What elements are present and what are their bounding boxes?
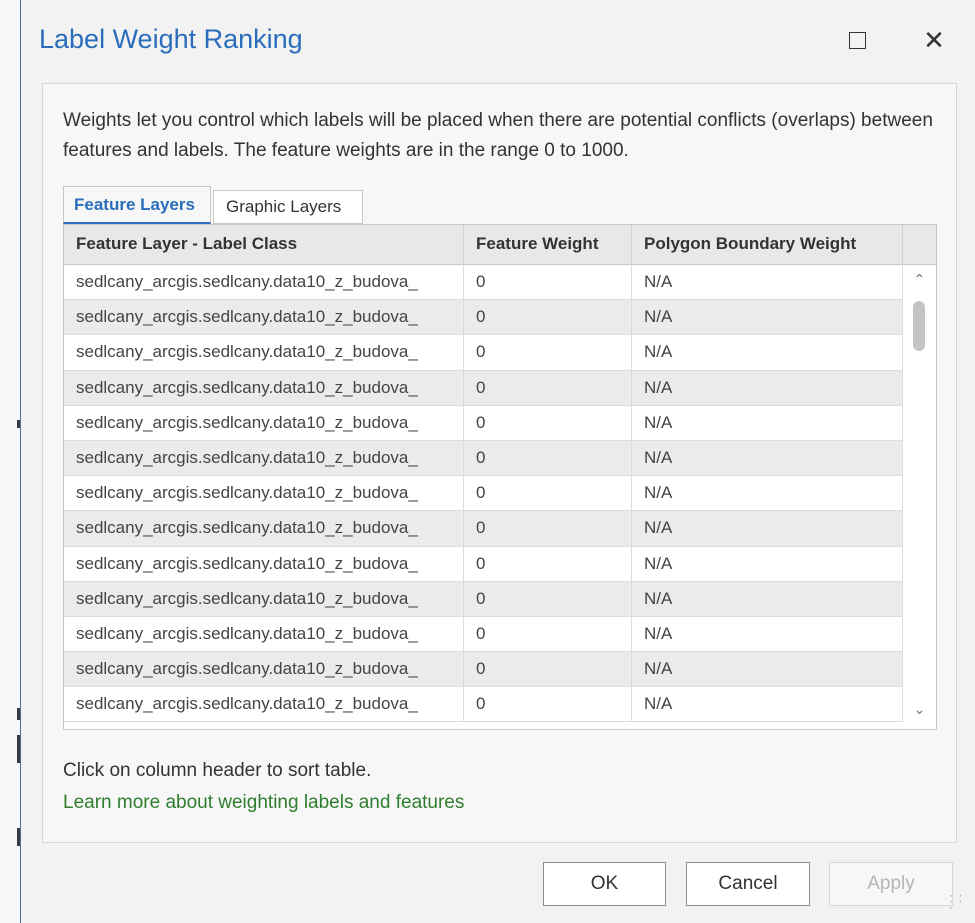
background-window-edge — [0, 0, 20, 923]
feature-weight-cell[interactable]: 0 — [464, 440, 632, 476]
polygon-weight-cell: N/A — [632, 370, 903, 406]
polygon-weight-cell: N/A — [632, 511, 903, 547]
description-text: Weights let you control which labels wil… — [63, 110, 933, 161]
label-weight-ranking-dialog: Label Weight Ranking ✕ Weights let you c… — [20, 0, 975, 923]
polygon-weight-cell: N/A — [632, 300, 903, 336]
table-row[interactable]: sedlcany_arcgis.sedlcany.data10_z_budova… — [64, 300, 903, 336]
table-row[interactable]: sedlcany_arcgis.sedlcany.data10_z_budova… — [64, 581, 903, 617]
dialog-content: Weights let you control which labels wil… — [42, 83, 957, 843]
label-class-cell: sedlcany_arcgis.sedlcany.data10_z_budova… — [64, 265, 464, 300]
label-class-cell: sedlcany_arcgis.sedlcany.data10_z_budova… — [64, 440, 464, 476]
table-row[interactable]: sedlcany_arcgis.sedlcany.data10_z_budova… — [64, 616, 903, 653]
polygon-weight-cell: N/A — [632, 581, 903, 617]
polygon-weight-cell: N/A — [632, 687, 903, 723]
chevron-down-icon[interactable]: ⌄ — [903, 701, 936, 723]
feature-weight-cell[interactable]: 0 — [464, 581, 632, 617]
table-row[interactable]: sedlcany_arcgis.sedlcany.data10_z_budova… — [64, 511, 903, 547]
apply-button[interactable]: Apply — [829, 862, 953, 906]
table-row[interactable]: sedlcany_arcgis.sedlcany.data10_z_budova… — [64, 265, 903, 301]
feature-weight-cell[interactable]: 0 — [464, 370, 632, 406]
label-class-cell: sedlcany_arcgis.sedlcany.data10_z_budova… — [64, 405, 464, 441]
table-row[interactable]: sedlcany_arcgis.sedlcany.data10_z_budova… — [64, 652, 903, 688]
feature-weight-cell[interactable]: 0 — [464, 335, 632, 371]
polygon-weight-cell: N/A — [632, 405, 903, 441]
learn-more-link[interactable]: Learn more about weighting labels and fe… — [63, 792, 464, 814]
feature-weight-cell[interactable]: 0 — [464, 652, 632, 688]
table-scrollbar[interactable]: ⌃ ⌄ — [903, 265, 936, 729]
label-class-cell: sedlcany_arcgis.sedlcany.data10_z_budova… — [64, 370, 464, 406]
close-icon: ✕ — [923, 24, 945, 55]
sort-hint-text: Click on column header to sort table. — [63, 760, 372, 781]
chevron-up-icon[interactable]: ⌃ — [903, 271, 936, 293]
feature-weight-cell[interactable]: 0 — [464, 300, 632, 336]
feature-weight-cell[interactable]: 0 — [464, 511, 632, 547]
ok-button[interactable]: OK — [543, 862, 666, 906]
table-row[interactable]: sedlcany_arcgis.sedlcany.data10_z_budova… — [64, 687, 903, 723]
label-class-cell: sedlcany_arcgis.sedlcany.data10_z_budova… — [64, 687, 464, 723]
feature-weight-cell[interactable]: 0 — [464, 405, 632, 441]
maximize-button[interactable] — [837, 22, 877, 58]
label-class-cell: sedlcany_arcgis.sedlcany.data10_z_budova… — [64, 546, 464, 582]
polygon-weight-cell: N/A — [632, 265, 903, 300]
label-class-cell: sedlcany_arcgis.sedlcany.data10_z_budova… — [64, 652, 464, 688]
scrollbar-thumb[interactable] — [913, 301, 925, 351]
resize-grip-icon[interactable]: · · · · · — [949, 889, 969, 913]
polygon-weight-cell: N/A — [632, 546, 903, 582]
label-class-cell: sedlcany_arcgis.sedlcany.data10_z_budova… — [64, 511, 464, 547]
table-row[interactable]: sedlcany_arcgis.sedlcany.data10_z_budova… — [64, 335, 903, 371]
table-row[interactable]: sedlcany_arcgis.sedlcany.data10_z_budova… — [64, 405, 903, 441]
feature-weight-cell[interactable]: 0 — [464, 476, 632, 512]
column-header-feature-weight[interactable]: Feature Weight — [464, 225, 632, 265]
table-row[interactable]: sedlcany_arcgis.sedlcany.data10_z_budova… — [64, 476, 903, 512]
feature-weight-cell[interactable]: 0 — [464, 265, 632, 300]
table-row[interactable]: sedlcany_arcgis.sedlcany.data10_z_budova… — [64, 546, 903, 582]
maximize-icon — [848, 31, 866, 49]
weights-table: Feature Layer - Label Class Feature Weig… — [63, 224, 937, 730]
polygon-weight-cell: N/A — [632, 440, 903, 476]
title-bar[interactable]: Label Weight Ranking ✕ — [21, 0, 975, 82]
table-row[interactable]: sedlcany_arcgis.sedlcany.data10_z_budova… — [64, 440, 903, 477]
column-header-polygon-boundary-weight[interactable]: Polygon Boundary Weight — [632, 225, 903, 265]
label-class-cell: sedlcany_arcgis.sedlcany.data10_z_budova… — [64, 335, 464, 371]
label-class-cell: sedlcany_arcgis.sedlcany.data10_z_budova… — [64, 616, 464, 652]
dialog-title: Label Weight Ranking — [39, 24, 303, 54]
label-class-cell: sedlcany_arcgis.sedlcany.data10_z_budova… — [64, 581, 464, 617]
feature-weight-cell[interactable]: 0 — [464, 616, 632, 652]
column-header-label-class[interactable]: Feature Layer - Label Class — [64, 225, 464, 265]
tab-graphic-layers[interactable]: Graphic Layers — [213, 190, 363, 224]
table-header: Feature Layer - Label Class Feature Weig… — [64, 225, 936, 265]
polygon-weight-cell: N/A — [632, 476, 903, 512]
polygon-weight-cell: N/A — [632, 335, 903, 371]
close-button[interactable]: ✕ — [914, 22, 954, 58]
tab-feature-layers[interactable]: Feature Layers — [63, 186, 211, 224]
cancel-button[interactable]: Cancel — [686, 862, 810, 906]
feature-weight-cell[interactable]: 0 — [464, 687, 632, 723]
table-body: sedlcany_arcgis.sedlcany.data10_z_budova… — [64, 265, 903, 723]
table-row[interactable]: sedlcany_arcgis.sedlcany.data10_z_budova… — [64, 370, 903, 406]
label-class-cell: sedlcany_arcgis.sedlcany.data10_z_budova… — [64, 476, 464, 512]
polygon-weight-cell: N/A — [632, 652, 903, 688]
polygon-weight-cell: N/A — [632, 616, 903, 652]
feature-weight-cell[interactable]: 0 — [464, 546, 632, 582]
label-class-cell: sedlcany_arcgis.sedlcany.data10_z_budova… — [64, 300, 464, 336]
